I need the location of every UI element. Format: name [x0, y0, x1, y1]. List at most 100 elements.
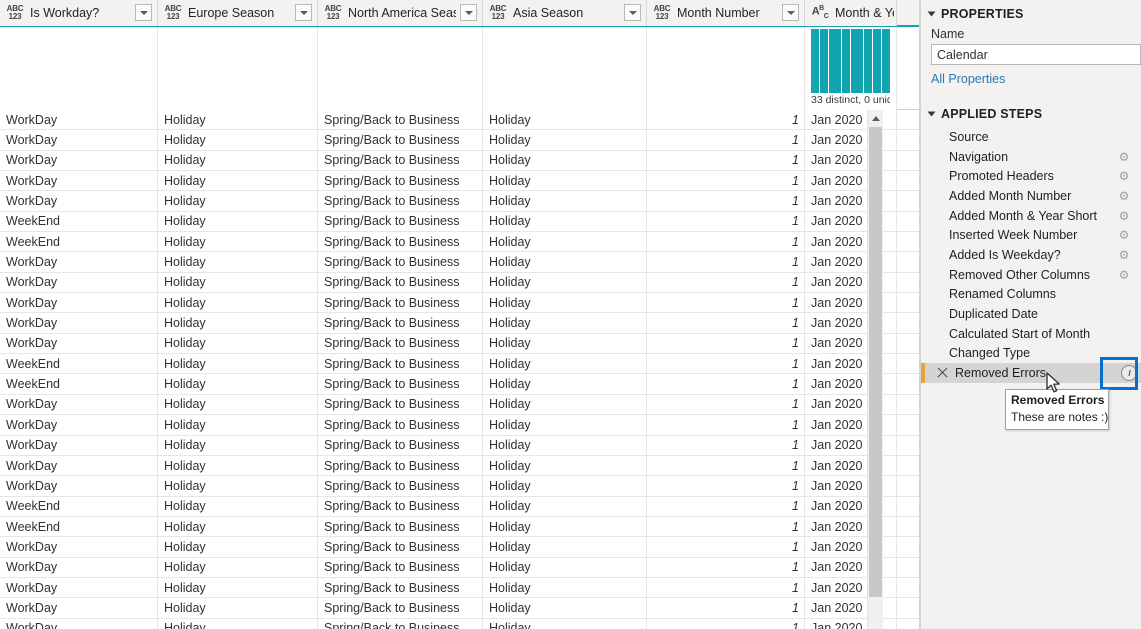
- table-cell[interactable]: Spring/Back to Business: [318, 354, 483, 374]
- table-cell[interactable]: Spring/Back to Business: [318, 110, 483, 130]
- applied-step-11[interactable]: Changed Type: [921, 344, 1141, 364]
- table-cell[interactable]: Jan 2020: [805, 455, 897, 476]
- table-cell[interactable]: Holiday: [483, 293, 647, 313]
- table-cell[interactable]: Holiday: [158, 313, 318, 333]
- grid-rows-viewport[interactable]: WorkDay Holiday Spring/Back to Business Hol…: [0, 110, 919, 629]
- table-cell[interactable]: WorkDay: [0, 618, 158, 629]
- column-filter-dropdown-4[interactable]: [782, 4, 799, 21]
- column-header-4[interactable]: ABC 123 Month Number: [647, 0, 805, 26]
- table-row[interactable]: WorkDay Holiday Spring/Back to Business Hol…: [0, 394, 919, 416]
- table-cell[interactable]: Holiday: [483, 455, 647, 476]
- table-cell[interactable]: Holiday: [483, 171, 647, 191]
- table-row[interactable]: WorkDay Holiday Spring/Back to Business Hol…: [0, 537, 919, 558]
- table-cell[interactable]: Holiday: [483, 354, 647, 374]
- table-cell[interactable]: Holiday: [158, 191, 318, 211]
- table-row[interactable]: WorkDay Holiday Spring/Back to Business Hol…: [0, 110, 919, 131]
- table-row[interactable]: WorkDay Holiday Spring/Back to Business Hol…: [0, 313, 919, 334]
- table-cell[interactable]: Holiday: [483, 110, 647, 130]
- table-cell[interactable]: Spring/Back to Business: [318, 293, 483, 313]
- table-row[interactable]: WorkDay Holiday Spring/Back to Business Hol…: [0, 455, 919, 477]
- table-cell[interactable]: WorkDay: [0, 577, 158, 598]
- table-cell[interactable]: Jan 2020: [805, 110, 897, 130]
- table-row[interactable]: WorkDay Holiday Spring/Back to Business Hol…: [0, 618, 919, 629]
- table-cell[interactable]: Holiday: [158, 211, 318, 232]
- applied-step-10[interactable]: Calculated Start of Month: [921, 324, 1141, 344]
- table-cell[interactable]: Jan 2020: [805, 232, 897, 252]
- applied-step-0[interactable]: Source: [921, 127, 1141, 147]
- table-cell[interactable]: Spring/Back to Business: [318, 537, 483, 557]
- column-filter-dropdown-0[interactable]: [135, 4, 152, 21]
- table-cell[interactable]: Jan 2020: [805, 191, 897, 211]
- table-cell[interactable]: Spring/Back to Business: [318, 618, 483, 629]
- table-cell[interactable]: Spring/Back to Business: [318, 455, 483, 476]
- table-cell[interactable]: Holiday: [158, 333, 318, 354]
- table-cell[interactable]: Holiday: [158, 130, 318, 150]
- table-row[interactable]: WorkDay Holiday Spring/Back to Business Hol…: [0, 272, 919, 294]
- table-cell[interactable]: Holiday: [483, 150, 647, 171]
- table-cell[interactable]: 1: [647, 476, 805, 496]
- table-cell[interactable]: WorkDay: [0, 110, 158, 130]
- table-cell[interactable]: 1: [647, 333, 805, 354]
- table-cell[interactable]: WeekEnd: [0, 211, 158, 232]
- gear-icon[interactable]: ⚙: [1117, 169, 1131, 183]
- table-cell[interactable]: Jan 2020: [805, 130, 897, 150]
- table-cell[interactable]: WeekEnd: [0, 516, 158, 537]
- table-row[interactable]: WorkDay Holiday Spring/Back to Business Hol…: [0, 435, 919, 456]
- table-cell[interactable]: WorkDay: [0, 272, 158, 293]
- gear-icon[interactable]: ⚙: [1117, 268, 1131, 282]
- table-cell[interactable]: 1: [647, 171, 805, 191]
- table-cell[interactable]: Holiday: [483, 232, 647, 252]
- column-header-1[interactable]: ABC 123 Europe Season: [158, 0, 318, 26]
- table-cell[interactable]: Jan 2020: [805, 252, 897, 272]
- table-cell[interactable]: Jan 2020: [805, 598, 897, 618]
- table-row[interactable]: WorkDay Holiday Spring/Back to Business Hol…: [0, 191, 919, 212]
- query-name-input[interactable]: [931, 44, 1141, 65]
- table-cell[interactable]: Spring/Back to Business: [318, 435, 483, 455]
- table-cell[interactable]: Holiday: [158, 476, 318, 496]
- table-cell[interactable]: 1: [647, 313, 805, 333]
- table-cell[interactable]: Holiday: [483, 476, 647, 496]
- table-row[interactable]: WeekEnd Holiday Spring/Back to Business Hol…: [0, 496, 919, 517]
- column-header-5[interactable]: ABC Month & Year: [805, 0, 897, 26]
- table-cell[interactable]: Spring/Back to Business: [318, 557, 483, 577]
- all-properties-link[interactable]: All Properties: [931, 72, 1005, 86]
- column-header-0[interactable]: ABC 123 Is Workday?: [0, 0, 158, 26]
- table-cell[interactable]: Holiday: [158, 618, 318, 629]
- table-cell[interactable]: Spring/Back to Business: [318, 232, 483, 252]
- table-cell[interactable]: 1: [647, 516, 805, 537]
- table-cell[interactable]: Holiday: [483, 577, 647, 598]
- table-row[interactable]: WeekEnd Holiday Spring/Back to Business Hol…: [0, 211, 919, 233]
- table-cell[interactable]: Jan 2020: [805, 415, 897, 435]
- table-cell[interactable]: WeekEnd: [0, 496, 158, 516]
- table-cell[interactable]: WorkDay: [0, 598, 158, 618]
- table-cell[interactable]: Holiday: [158, 455, 318, 476]
- table-cell[interactable]: Spring/Back to Business: [318, 130, 483, 150]
- table-cell[interactable]: Jan 2020: [805, 557, 897, 577]
- table-cell[interactable]: Holiday: [158, 415, 318, 435]
- table-cell[interactable]: 1: [647, 598, 805, 618]
- table-cell[interactable]: WorkDay: [0, 130, 158, 150]
- table-cell[interactable]: 1: [647, 150, 805, 171]
- gear-icon[interactable]: ⚙: [1117, 248, 1131, 262]
- table-cell[interactable]: 1: [647, 374, 805, 394]
- table-cell[interactable]: Spring/Back to Business: [318, 252, 483, 272]
- table-cell[interactable]: Jan 2020: [805, 394, 897, 415]
- table-cell[interactable]: Holiday: [158, 557, 318, 577]
- table-cell[interactable]: Holiday: [483, 333, 647, 354]
- table-cell[interactable]: Spring/Back to Business: [318, 394, 483, 415]
- vertical-scrollbar[interactable]: [867, 110, 883, 629]
- table-cell[interactable]: 1: [647, 455, 805, 476]
- table-cell[interactable]: Jan 2020: [805, 272, 897, 293]
- table-row[interactable]: WorkDay Holiday Spring/Back to Business Hol…: [0, 252, 919, 273]
- table-cell[interactable]: Holiday: [158, 496, 318, 516]
- table-cell[interactable]: Holiday: [483, 211, 647, 232]
- table-cell[interactable]: Holiday: [483, 374, 647, 394]
- table-cell[interactable]: 1: [647, 394, 805, 415]
- table-cell[interactable]: Spring/Back to Business: [318, 577, 483, 598]
- table-cell[interactable]: Holiday: [483, 394, 647, 415]
- scroll-up-button[interactable]: [868, 110, 883, 126]
- table-cell[interactable]: 1: [647, 435, 805, 455]
- applied-step-3[interactable]: Added Month Number ⚙: [921, 186, 1141, 206]
- column-filter-dropdown-3[interactable]: [624, 4, 641, 21]
- applied-step-12[interactable]: Removed Errors 𝚤: [921, 357, 1141, 391]
